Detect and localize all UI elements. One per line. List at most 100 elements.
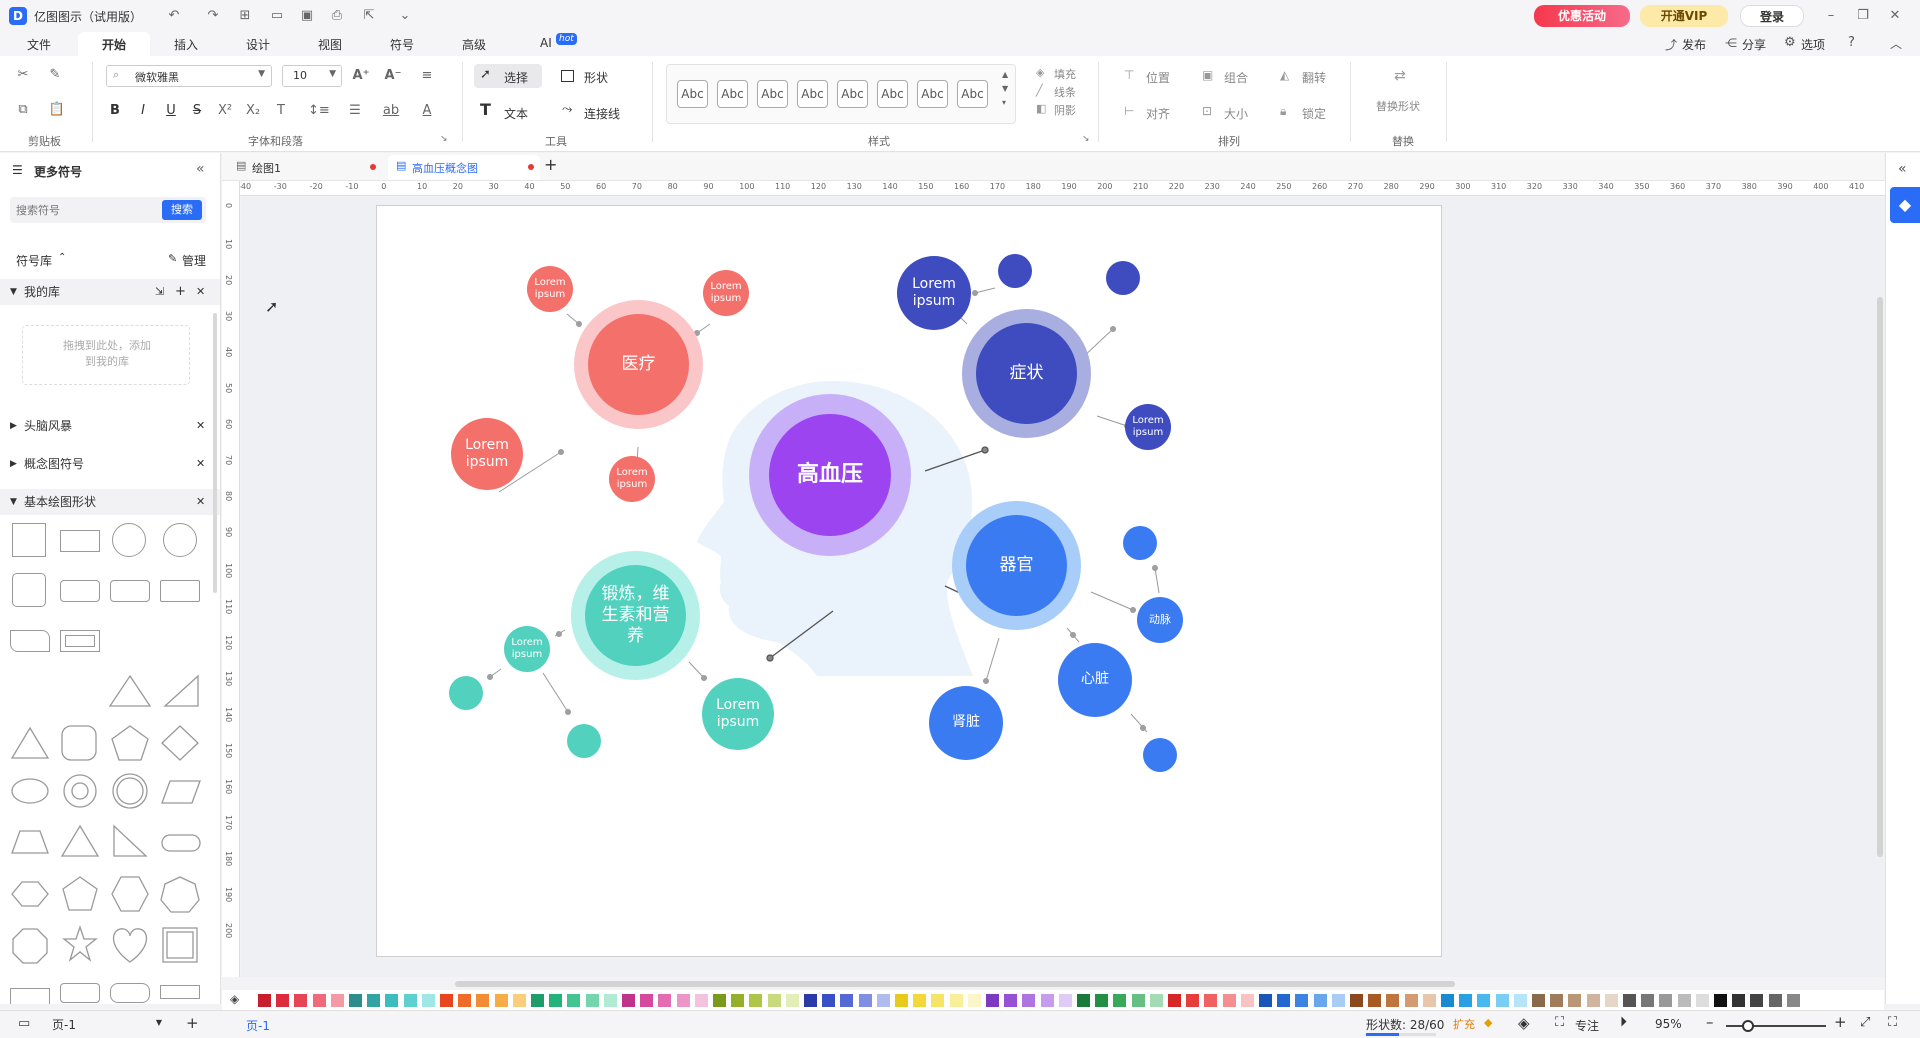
color-swatch[interactable] <box>640 994 654 1007</box>
color-swatch[interactable] <box>1368 994 1382 1007</box>
cut-icon[interactable]: ✂ <box>14 66 32 84</box>
format-painter-icon[interactable]: ✎ <box>46 66 64 84</box>
collapse-ribbon-icon[interactable]: ︿ <box>1890 35 1902 52</box>
line-button[interactable]: 线条 <box>1054 84 1076 100</box>
color-swatch[interactable] <box>822 994 836 1007</box>
expand-panel-icon[interactable]: « <box>1898 161 1907 177</box>
color-swatch[interactable] <box>531 994 544 1007</box>
color-swatch[interactable] <box>1623 994 1636 1007</box>
color-swatch[interactable] <box>804 994 817 1007</box>
document-tab-active[interactable]: ▤ 高血压概念图 <box>388 155 540 180</box>
shape-frame[interactable] <box>60 630 100 652</box>
close-icon[interactable]: ✕ <box>196 489 205 515</box>
color-swatch[interactable] <box>1022 994 1036 1007</box>
customize-icon[interactable]: ⌄ <box>396 7 414 25</box>
restore-icon[interactable]: ❐ <box>1854 7 1872 25</box>
color-swatch[interactable] <box>1568 994 1582 1007</box>
color-swatch[interactable] <box>1277 994 1291 1007</box>
my-library-header[interactable]: ▼ 我的库 ⇲ + ✕ <box>0 279 220 305</box>
italic-icon[interactable]: I <box>134 102 152 120</box>
more-symbols-button[interactable]: 更多符号 <box>34 163 82 180</box>
section-concept-map[interactable]: ▶ 概念图符号 ✕ <box>0 451 220 477</box>
style-preset[interactable]: Abc <box>917 80 948 108</box>
format-panel-button[interactable]: ◆ <box>1890 187 1920 223</box>
promo-button[interactable]: 优惠活动 <box>1534 5 1630 27</box>
color-swatch[interactable] <box>1677 994 1691 1007</box>
drop-zone[interactable]: 拖拽到此处，添加到我的库 <box>22 325 190 385</box>
color-swatch[interactable] <box>1659 994 1673 1007</box>
color-swatch[interactable] <box>549 994 563 1007</box>
shape-snip-corner[interactable] <box>10 630 50 652</box>
fill-button[interactable]: 填充 <box>1054 66 1076 82</box>
color-swatch[interactable] <box>913 994 927 1007</box>
menu-file[interactable]: 文件 <box>27 36 51 53</box>
color-swatch[interactable] <box>658 994 672 1007</box>
medical-node[interactable]: 医疗 <box>588 314 689 415</box>
vip-button[interactable]: 开通VIP <box>1640 5 1728 27</box>
symptom-dot-node[interactable] <box>1106 261 1140 295</box>
bullet-list-icon[interactable]: ☰ <box>346 102 364 120</box>
style-dialog-launcher-icon[interactable]: ↘ <box>1082 134 1090 144</box>
menu-advanced[interactable]: 高级 <box>462 36 486 53</box>
medical-lorem-node[interactable]: Lorem ipsum <box>451 418 523 490</box>
color-swatch[interactable] <box>312 994 326 1007</box>
paste-icon[interactable]: 📋 <box>48 101 66 119</box>
menu-view[interactable]: 视图 <box>318 36 342 53</box>
color-swatch[interactable] <box>876 994 890 1007</box>
close-icon[interactable]: ✕ <box>1886 7 1904 25</box>
add-page-icon[interactable]: + <box>186 1014 199 1032</box>
color-swatch[interactable] <box>1040 994 1054 1007</box>
font-shrink-icon[interactable]: A⁻ <box>384 67 402 85</box>
color-swatch[interactable] <box>1095 994 1109 1007</box>
color-swatch[interactable] <box>421 994 435 1007</box>
color-swatch[interactable] <box>1331 994 1345 1007</box>
page-view-icon[interactable]: ▭ <box>18 1016 30 1031</box>
style-preset[interactable]: Abc <box>757 80 788 108</box>
color-swatch[interactable] <box>1058 994 1072 1007</box>
undo-icon[interactable]: ↶ <box>165 7 183 25</box>
highlight-icon[interactable]: ab <box>382 102 400 120</box>
menu-design[interactable]: 设计 <box>246 36 270 53</box>
shape-square[interactable] <box>12 523 46 557</box>
color-swatch[interactable] <box>512 994 526 1007</box>
new-tab-icon[interactable]: + <box>544 155 557 174</box>
flip-button[interactable]: 翻转 <box>1302 69 1326 86</box>
heart-node[interactable]: 心脏 <box>1058 643 1132 717</box>
fit-page-icon[interactable]: ⤢ <box>1860 1015 1870 1030</box>
bold-icon[interactable]: B <box>106 102 124 120</box>
connector-button[interactable]: 连接线 <box>584 105 620 122</box>
color-swatch[interactable] <box>1077 994 1090 1007</box>
color-swatch[interactable] <box>1714 994 1727 1007</box>
style-preset[interactable]: Abc <box>957 80 988 108</box>
zoom-value[interactable]: 95% <box>1655 1017 1682 1031</box>
color-swatch[interactable] <box>1295 994 1309 1007</box>
minimize-icon[interactable]: – <box>1822 7 1840 25</box>
fill-bucket-icon[interactable]: ◈ <box>230 992 239 1006</box>
color-swatch[interactable] <box>986 994 999 1007</box>
color-swatch[interactable] <box>458 994 472 1007</box>
color-swatch[interactable] <box>294 994 308 1007</box>
publish-button[interactable]: 发布 <box>1682 36 1706 53</box>
color-swatch[interactable] <box>1732 994 1746 1007</box>
shape-banner[interactable] <box>160 985 200 999</box>
color-swatch[interactable] <box>840 994 854 1007</box>
color-swatch[interactable] <box>931 994 945 1007</box>
color-swatch[interactable] <box>1240 994 1254 1007</box>
save-icon[interactable]: ▣ <box>298 7 316 25</box>
fullscreen-icon[interactable]: ⛶ <box>1888 1015 1897 1030</box>
strikethrough-icon[interactable]: S <box>188 102 206 120</box>
canvas-area[interactable]: ➚ 高血压 医疗 Lorem ipsum Lorem ipsum Lorem i… <box>241 197 1885 977</box>
align-button[interactable]: 对齐 <box>1146 105 1170 122</box>
color-swatch[interactable] <box>785 994 799 1007</box>
color-swatch[interactable] <box>1186 994 1200 1007</box>
color-swatch[interactable] <box>367 994 381 1007</box>
manage-button[interactable]: 管理 <box>182 252 206 269</box>
symptom-node[interactable]: 症状 <box>976 323 1077 424</box>
shape-rounded-rectangle[interactable] <box>60 580 100 602</box>
color-swatch[interactable] <box>1204 994 1218 1007</box>
diagram-page[interactable]: 高血压 医疗 Lorem ipsum Lorem ipsum Lorem ips… <box>376 205 1442 957</box>
align-icon[interactable]: ≡ <box>418 67 436 85</box>
color-swatch[interactable] <box>1786 994 1800 1007</box>
font-color-icon[interactable]: A <box>418 102 436 120</box>
color-swatch[interactable] <box>1131 994 1145 1007</box>
